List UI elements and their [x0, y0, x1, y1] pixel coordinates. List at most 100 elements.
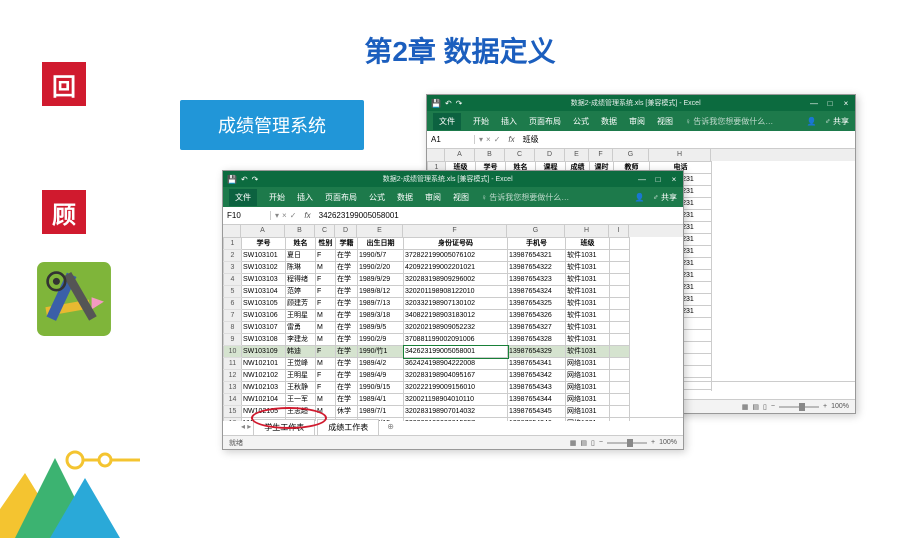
cell[interactable]: M: [316, 334, 336, 346]
minimize-icon[interactable]: —: [637, 175, 647, 184]
cell[interactable]: 软件1031: [566, 286, 610, 298]
cell[interactable]: 在学: [336, 382, 358, 394]
cell[interactable]: 软件1031: [566, 322, 610, 334]
ribbon-tab[interactable]: 视图: [453, 192, 469, 203]
cell[interactable]: 在学: [336, 298, 358, 310]
cell[interactable]: 王志超: [286, 406, 316, 418]
cell[interactable]: 1990/2/9: [358, 334, 404, 346]
cell[interactable]: 13987654342: [508, 370, 566, 382]
cell[interactable]: 范婷: [286, 286, 316, 298]
col-header[interactable]: D: [535, 149, 565, 161]
view-break-icon[interactable]: ▯: [763, 403, 767, 411]
cell[interactable]: 在学: [336, 322, 358, 334]
tell-me[interactable]: ♀ 告诉我您想要做什么…: [685, 116, 773, 127]
fx-icon[interactable]: fx: [504, 135, 518, 144]
cell[interactable]: SW103104: [242, 286, 286, 298]
cell[interactable]: 1990/9/15: [358, 382, 404, 394]
cell[interactable]: 320283198909296002: [404, 274, 508, 286]
cell[interactable]: 320222199009156010: [404, 382, 508, 394]
cell[interactable]: 1989/4/2: [358, 358, 404, 370]
cell[interactable]: 13987654325: [508, 298, 566, 310]
ribbon-tab[interactable]: 页面布局: [325, 192, 357, 203]
row-header[interactable]: 12: [224, 370, 242, 382]
cell[interactable]: 1989/7/1: [358, 406, 404, 418]
cell[interactable]: 1989/4/1: [358, 394, 404, 406]
cell[interactable]: 13987654327: [508, 322, 566, 334]
cell[interactable]: 李建龙: [286, 334, 316, 346]
cell[interactable]: 13987654343: [508, 382, 566, 394]
ribbon-tab[interactable]: 文件: [433, 113, 461, 130]
cell[interactable]: F: [316, 346, 336, 358]
cell[interactable]: 在学: [336, 346, 358, 358]
cell[interactable]: M: [316, 394, 336, 406]
cell[interactable]: SW103106: [242, 310, 286, 322]
tell-me[interactable]: ♀ 告诉我您想要做什么…: [481, 192, 569, 203]
close-icon[interactable]: ×: [841, 99, 851, 108]
add-sheet-icon[interactable]: ⊕: [381, 422, 400, 431]
ribbon-tab[interactable]: 公式: [573, 116, 589, 127]
cell[interactable]: 在学: [336, 286, 358, 298]
cell[interactable]: 1989/9/5: [358, 322, 404, 334]
row-header[interactable]: 3: [224, 262, 242, 274]
col-header[interactable]: F: [403, 225, 507, 237]
cell[interactable]: 软件1031: [566, 310, 610, 322]
cell[interactable]: 13987654328: [508, 334, 566, 346]
undo-icon[interactable]: ↶: [241, 175, 248, 184]
col-header[interactable]: G: [613, 149, 649, 161]
zoom-out-icon[interactable]: −: [771, 403, 775, 410]
cell[interactable]: 软件1031: [566, 346, 610, 358]
cell[interactable]: 13987654326: [508, 310, 566, 322]
cell[interactable]: 340822198903183012: [404, 310, 508, 322]
cell[interactable]: 1990/5/7: [358, 250, 404, 262]
cell[interactable]: 雷勇: [286, 322, 316, 334]
cell[interactable]: 在学: [336, 334, 358, 346]
header-cell[interactable]: 出生日期: [358, 238, 404, 250]
ribbon-tab[interactable]: 审阅: [425, 192, 441, 203]
formula-value[interactable]: 班级: [519, 134, 543, 145]
cell[interactable]: 王一军: [286, 394, 316, 406]
col-header[interactable]: C: [315, 225, 335, 237]
cell[interactable]: 软件1031: [566, 298, 610, 310]
cell[interactable]: SW103101: [242, 250, 286, 262]
header-cell[interactable]: 学籍: [336, 238, 358, 250]
col-header[interactable]: A: [241, 225, 285, 237]
cell[interactable]: 王明星: [286, 310, 316, 322]
col-header[interactable]: I: [609, 225, 629, 237]
ribbon-tab[interactable]: 开始: [269, 192, 285, 203]
col-header[interactable]: A: [445, 149, 475, 161]
user-icon[interactable]: 👤: [635, 193, 645, 202]
cell[interactable]: M: [316, 262, 336, 274]
save-icon[interactable]: 💾: [431, 99, 441, 108]
cell[interactable]: 陈琳: [286, 262, 316, 274]
header-cell[interactable]: 姓名: [286, 238, 316, 250]
zoom-slider[interactable]: [607, 442, 647, 444]
cell[interactable]: 320021198904010110: [404, 394, 508, 406]
view-layout-icon[interactable]: ▤: [752, 403, 759, 411]
col-header[interactable]: D: [335, 225, 357, 237]
ribbon-tab[interactable]: 视图: [657, 116, 673, 127]
cell[interactable]: 在学: [336, 310, 358, 322]
cell[interactable]: 王明星: [286, 370, 316, 382]
cell[interactable]: NW102105: [242, 406, 286, 418]
cell[interactable]: 13987654322: [508, 262, 566, 274]
cell[interactable]: F: [316, 286, 336, 298]
cell[interactable]: 在学: [336, 358, 358, 370]
cell[interactable]: 13987654344: [508, 394, 566, 406]
cell[interactable]: 320283198907014032: [404, 406, 508, 418]
cell[interactable]: 王秋静: [286, 382, 316, 394]
cell[interactable]: 1990/竹1: [358, 346, 404, 358]
cell[interactable]: 软件1031: [566, 262, 610, 274]
zoom-level[interactable]: 100%: [831, 403, 849, 410]
zoom-slider[interactable]: [779, 406, 819, 408]
col-header[interactable]: H: [649, 149, 711, 161]
col-header[interactable]: G: [507, 225, 565, 237]
cell[interactable]: M: [316, 358, 336, 370]
cell[interactable]: SW103105: [242, 298, 286, 310]
cell[interactable]: NW102101: [242, 358, 286, 370]
cell[interactable]: 1989/3/18: [358, 310, 404, 322]
zoom-out-icon[interactable]: −: [599, 439, 603, 446]
row-header[interactable]: 6: [224, 298, 242, 310]
cell[interactable]: 王觉峰: [286, 358, 316, 370]
cell[interactable]: F: [316, 250, 336, 262]
col-header[interactable]: H: [565, 225, 609, 237]
